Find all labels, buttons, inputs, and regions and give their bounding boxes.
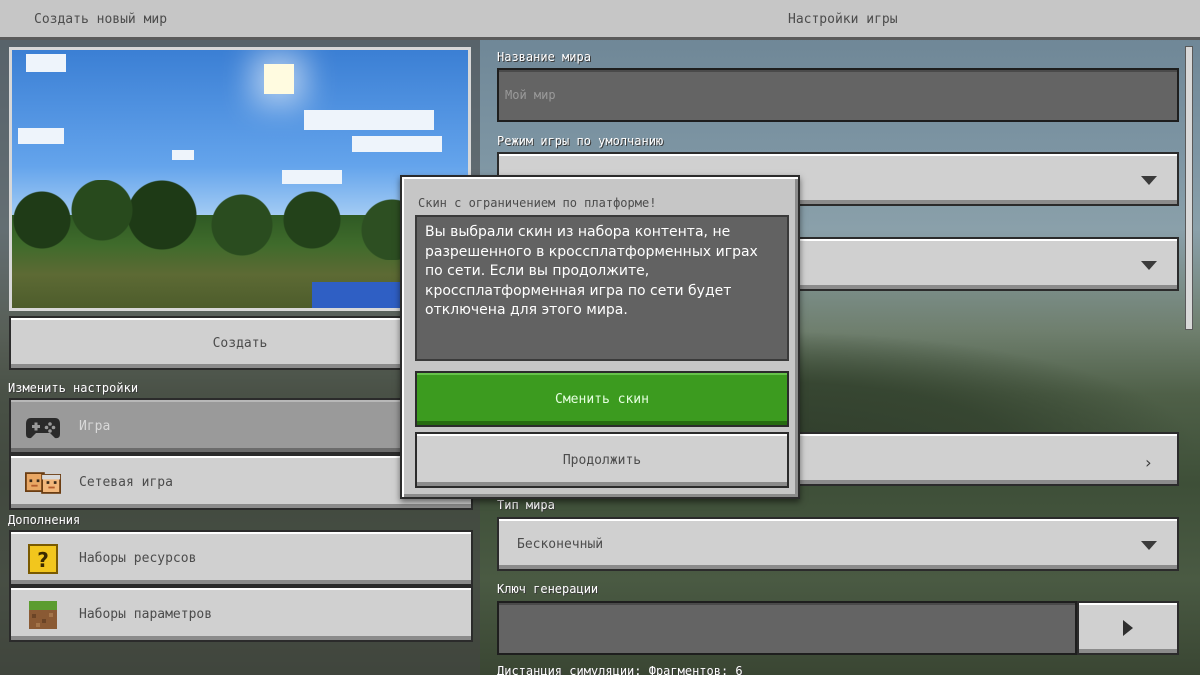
cloud-graphic [26, 54, 66, 72]
cloud-graphic [352, 136, 442, 152]
world-name-placeholder: Мой мир [505, 88, 556, 102]
chevron-down-icon [1141, 541, 1157, 550]
chevron-down-icon [1141, 261, 1157, 270]
continue-label: Продолжить [562, 452, 642, 468]
dialog-message: Вы выбрали скин из набора контента, не р… [415, 215, 789, 361]
sidebar-item-resource-packs[interactable]: ? Наборы ресурсов [9, 530, 473, 586]
sidebar-item-label: Наборы ресурсов [79, 550, 197, 566]
behavior-pack-icon [25, 600, 61, 630]
cloud-graphic [304, 110, 434, 130]
change-settings-heading: Изменить настройки [8, 381, 139, 395]
seed-play-button[interactable] [1077, 601, 1179, 655]
create-button-label: Создать [212, 335, 268, 351]
change-skin-label: Сменить скин [555, 391, 649, 407]
sidebar-item-behavior-packs[interactable]: Наборы параметров [9, 586, 473, 642]
dialog-title: Скин с ограничением по платформе! [418, 196, 657, 210]
game-settings-title: Настройки игры [788, 12, 898, 27]
sun-graphic [264, 64, 294, 94]
game-mode-label: Режим игры по умолчанию [497, 134, 664, 148]
play-icon [1123, 620, 1133, 636]
world-name-field[interactable]: Мой мир [497, 68, 1179, 122]
sidebar-item-label: Игра [79, 418, 111, 434]
gamepad-icon [25, 412, 61, 442]
multiplayer-icon [25, 468, 61, 498]
svg-text:?: ? [37, 548, 49, 572]
seed-input[interactable] [497, 601, 1077, 655]
title-bar: Создать новый мир Настройки игры [0, 0, 1200, 40]
sidebar-item-label: Наборы параметров [79, 606, 213, 622]
chevron-right-icon: › [1143, 453, 1153, 472]
resource-pack-icon: ? [25, 544, 61, 574]
world-name-label: Название мира [497, 50, 591, 64]
seed-label: Ключ генерации [497, 582, 599, 596]
world-type-label: Тип мира [497, 498, 555, 512]
simulation-distance-label: Дистанция симуляции: Фрагментов: 6 [497, 664, 743, 675]
world-type-dropdown[interactable]: Бесконечный [497, 517, 1179, 571]
platform-skin-dialog: Скин с ограничением по платформе! Вы выб… [400, 175, 800, 499]
continue-button[interactable]: Продолжить [415, 432, 789, 488]
scrollbar[interactable] [1185, 46, 1193, 330]
create-world-title: Создать новый мир [34, 12, 168, 27]
chevron-down-icon [1141, 176, 1157, 185]
cloud-graphic [172, 150, 194, 160]
cloud-graphic [18, 128, 64, 144]
addons-heading: Дополнения [8, 513, 81, 527]
world-type-value: Бесконечный [517, 536, 604, 552]
change-skin-button[interactable]: Сменить скин [415, 371, 789, 427]
sidebar-item-label: Сетевая игра [79, 474, 173, 490]
